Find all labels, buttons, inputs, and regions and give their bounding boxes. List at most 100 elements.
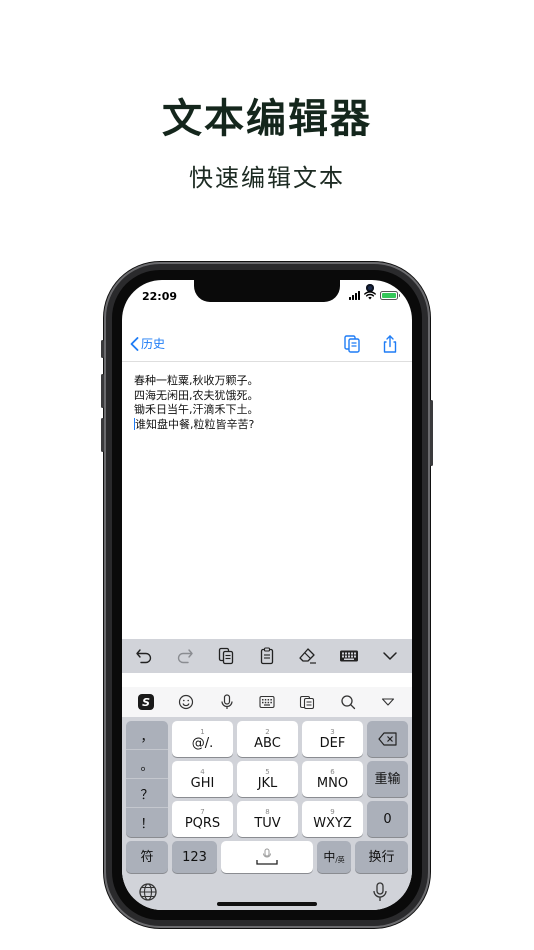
chinese-english-toggle-key[interactable]: 中/英 xyxy=(317,841,351,873)
punct-question-key[interactable]: ？ xyxy=(126,779,168,808)
key-label: TUV xyxy=(254,815,281,831)
key-label: MNO xyxy=(316,775,349,791)
key-6[interactable]: 6 MNO xyxy=(302,761,363,797)
ime-bar: S xyxy=(122,687,412,717)
clear-button[interactable] xyxy=(294,642,322,670)
editor-line: 四海无闲田,农夫犹饿死。 xyxy=(134,388,259,402)
keyboard-layout-button[interactable] xyxy=(254,690,280,714)
key-label: 0 xyxy=(383,811,392,827)
clipboard-button[interactable] xyxy=(294,690,320,714)
paste-button[interactable] xyxy=(253,642,281,670)
numbers-key[interactable]: 123 xyxy=(172,841,217,873)
key-label: 换行 xyxy=(368,849,395,865)
editor-line: 锄禾日当午,汗滴禾下土。 xyxy=(134,403,259,416)
space-mic-icon xyxy=(256,848,278,865)
key-2[interactable]: 2 ABC xyxy=(237,721,298,757)
key-8[interactable]: 8 TUV xyxy=(237,801,298,837)
key-4[interactable]: 4 GHI xyxy=(172,761,233,797)
silent-switch xyxy=(101,340,104,358)
symbols-key[interactable]: 符 xyxy=(126,841,168,873)
status-time: 22:09 xyxy=(142,290,178,303)
key-digit: 9 xyxy=(330,807,335,816)
phone-screen: 22:09 历史 春种一粒粟,秋收万颗子。 四海无闲田,农夫犹饿死。 锄禾日当午… xyxy=(122,280,412,910)
editor-line: 春种一粒粟,秋收万颗子。 xyxy=(134,374,259,387)
key-digit: 6 xyxy=(330,767,335,776)
sogou-logo-button[interactable]: S xyxy=(133,690,159,714)
nine-key-keyboard: ， 。 ？ ！ 1 @/. 2 ABC 3 DEF 4 GHI 5 JKL 6 … xyxy=(122,717,412,910)
chevron-left-icon xyxy=(130,336,139,351)
key-9[interactable]: 9 WXYZ xyxy=(302,801,363,837)
dismiss-keyboard-button[interactable] xyxy=(376,642,404,670)
power-button xyxy=(430,400,433,466)
editor-line: 谁知盘中餐,粒粒皆辛苦? xyxy=(135,417,255,431)
key-0[interactable]: 0 xyxy=(367,801,408,837)
voice-input-button[interactable] xyxy=(214,690,240,714)
copy-document-icon xyxy=(344,335,360,353)
key-label: WXYZ xyxy=(313,815,352,831)
backspace-icon xyxy=(377,732,397,746)
globe-button[interactable] xyxy=(138,882,160,904)
key-label: ABC xyxy=(254,735,281,751)
punct-comma-key[interactable]: ， xyxy=(126,721,168,750)
copy-icon xyxy=(218,647,234,665)
volume-down-button xyxy=(101,418,104,452)
copy-document-button[interactable] xyxy=(342,334,362,354)
volume-up-button xyxy=(101,374,104,408)
status-icons xyxy=(349,291,400,300)
undo-button[interactable] xyxy=(130,642,158,670)
phone-frame: 22:09 历史 春种一粒粟,秋收万颗子。 四海无闲田,农夫犹饿死。 锄禾日当午… xyxy=(101,262,433,928)
text-editor[interactable]: 春种一粒粟,秋收万颗子。 四海无闲田,农夫犹饿死。 锄禾日当午,汗滴禾下土。 谁… xyxy=(134,374,404,432)
copy-button[interactable] xyxy=(212,642,240,670)
key-1[interactable]: 1 @/. xyxy=(172,721,233,757)
key-label: 符 xyxy=(140,849,154,865)
key-sublabel: /英 xyxy=(335,856,345,864)
emoji-button[interactable] xyxy=(173,690,199,714)
punct-period-key[interactable]: 。 xyxy=(126,750,168,779)
key-digit: 5 xyxy=(265,767,270,776)
key-3[interactable]: 3 DEF xyxy=(302,721,363,757)
hero-title: 文本编辑器 xyxy=(162,96,372,142)
search-icon xyxy=(340,695,355,710)
key-7[interactable]: 7 PQRS xyxy=(172,801,233,837)
hero-subtitle: 快速编辑文本 xyxy=(189,164,345,192)
key-label: 123 xyxy=(182,849,207,865)
key-label: @/. xyxy=(191,735,214,751)
sogou-logo-icon: S xyxy=(138,694,155,710)
key-digit: 1 xyxy=(200,727,205,736)
punct-exclaim-key[interactable]: ！ xyxy=(126,808,168,837)
key-label: JKL xyxy=(257,775,278,791)
key-digit: 7 xyxy=(200,807,205,816)
key-label: GHI xyxy=(190,775,215,791)
backspace-key[interactable] xyxy=(367,721,408,757)
redo-button[interactable] xyxy=(171,642,199,670)
key-label: PQRS xyxy=(184,815,221,831)
keyboard-layout-icon xyxy=(259,695,275,709)
collapse-button[interactable] xyxy=(375,690,401,714)
keyboard-button[interactable] xyxy=(335,642,363,670)
key-5[interactable]: 5 JKL xyxy=(237,761,298,797)
redo-icon xyxy=(177,649,193,664)
clipboard-icon xyxy=(300,695,315,710)
key-digit: 4 xyxy=(200,767,205,776)
signal-icon xyxy=(349,291,360,300)
editor-line-with-caret: 谁知盘中餐,粒粒皆辛苦? xyxy=(134,417,404,433)
notch xyxy=(194,280,374,302)
space-key[interactable] xyxy=(221,841,313,873)
paste-icon xyxy=(260,647,274,665)
share-button[interactable] xyxy=(380,334,400,354)
editor-toolbar xyxy=(122,639,412,673)
keyboard-icon xyxy=(340,650,358,662)
dictation-button[interactable] xyxy=(372,882,394,904)
retype-key[interactable]: 重输 xyxy=(367,761,408,797)
share-icon xyxy=(383,335,397,353)
key-digit: 8 xyxy=(265,807,270,816)
return-key[interactable]: 换行 xyxy=(355,841,408,873)
emoji-icon xyxy=(179,694,194,710)
microphone-icon xyxy=(373,882,387,901)
home-indicator xyxy=(217,902,317,906)
back-button[interactable]: 历史 xyxy=(130,335,165,352)
key-label: 重输 xyxy=(374,771,401,787)
collapse-icon xyxy=(381,698,394,706)
navbar: 历史 xyxy=(122,328,412,362)
search-button[interactable] xyxy=(335,690,361,714)
